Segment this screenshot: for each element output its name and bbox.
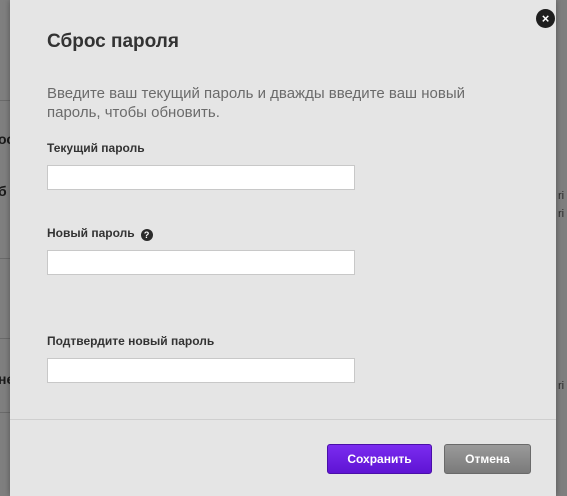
current-password-label: Текущий пароль: [47, 141, 145, 155]
help-icon[interactable]: ?: [140, 229, 153, 241]
cancel-button[interactable]: Отмена: [444, 444, 531, 474]
background-text-fragment: ri: [558, 190, 565, 202]
current-password-label-text: Текущий пароль: [47, 141, 145, 155]
new-password-label-text: Новый пароль: [47, 226, 135, 240]
footer-divider: [10, 419, 556, 420]
confirm-password-input[interactable]: [47, 358, 355, 383]
confirm-password-label: Подтвердите новый пароль: [47, 334, 214, 348]
background-text-fragment: б: [0, 183, 7, 199]
close-icon[interactable]: ×: [536, 9, 555, 28]
dialog-title: Сброс пароля: [47, 31, 179, 52]
save-button[interactable]: Сохранить: [327, 444, 432, 474]
confirm-password-label-text: Подтвердите новый пароль: [47, 334, 215, 348]
new-password-label: Новый пароль?: [47, 226, 153, 241]
background-text-fragment: ri: [558, 208, 565, 220]
new-password-input[interactable]: [47, 250, 355, 275]
dialog-description: Введите ваш текущий пароль и дважды введ…: [47, 85, 466, 121]
current-password-input[interactable]: [47, 165, 355, 190]
password-reset-dialog: [10, 0, 556, 496]
background-text-fragment: ri: [558, 380, 565, 392]
